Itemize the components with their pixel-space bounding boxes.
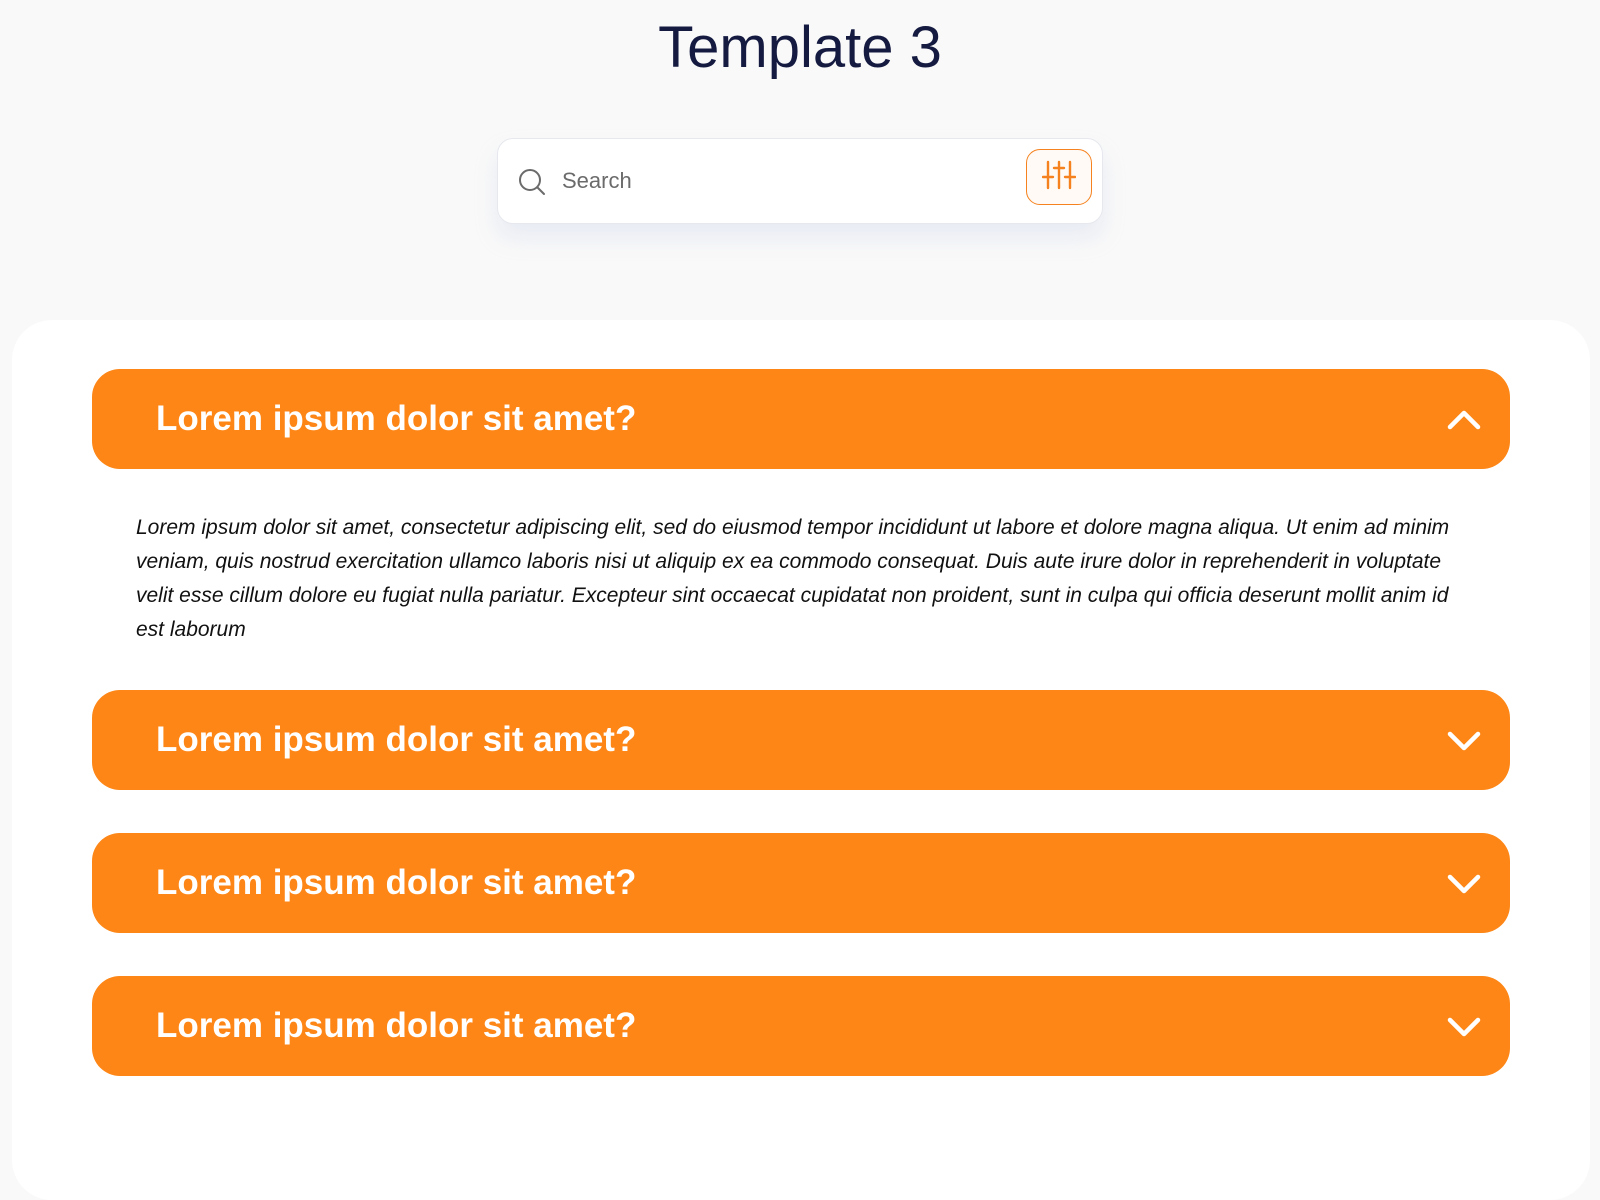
- faq-question-header[interactable]: Lorem ipsum dolor sit amet?: [92, 833, 1510, 933]
- faq-item: Lorem ipsum dolor sit amet? Lorem ipsum …: [92, 369, 1510, 641]
- chevron-down-icon: [1446, 869, 1482, 897]
- faq-item: Lorem ipsum dolor sit amet?: [92, 976, 1510, 1076]
- faq-question: Lorem ipsum dolor sit amet?: [156, 720, 637, 759]
- faq-item: Lorem ipsum dolor sit amet?: [92, 690, 1510, 790]
- faq-answer: Lorem ipsum dolor sit amet, consectetur …: [136, 516, 1450, 641]
- faq-question: Lorem ipsum dolor sit amet?: [156, 1006, 637, 1045]
- faq-panel: Lorem ipsum dolor sit amet? Lorem ipsum …: [12, 320, 1590, 1200]
- chevron-up-icon: [1446, 405, 1482, 433]
- page-title: Template 3: [658, 15, 942, 80]
- faq-item: Lorem ipsum dolor sit amet?: [92, 833, 1510, 933]
- filter-button[interactable]: [1026, 149, 1092, 205]
- search-bar: [497, 138, 1103, 224]
- sliders-icon: [1041, 160, 1077, 195]
- search-icon: [518, 168, 546, 196]
- faq-question-header[interactable]: Lorem ipsum dolor sit amet?: [92, 976, 1510, 1076]
- search-input[interactable]: [562, 163, 982, 199]
- faq-question-header[interactable]: Lorem ipsum dolor sit amet?: [92, 369, 1510, 469]
- faq-question: Lorem ipsum dolor sit amet?: [156, 399, 637, 438]
- chevron-down-icon: [1446, 1012, 1482, 1040]
- faq-question: Lorem ipsum dolor sit amet?: [156, 863, 637, 902]
- chevron-down-icon: [1446, 726, 1482, 754]
- faq-question-header[interactable]: Lorem ipsum dolor sit amet?: [92, 690, 1510, 790]
